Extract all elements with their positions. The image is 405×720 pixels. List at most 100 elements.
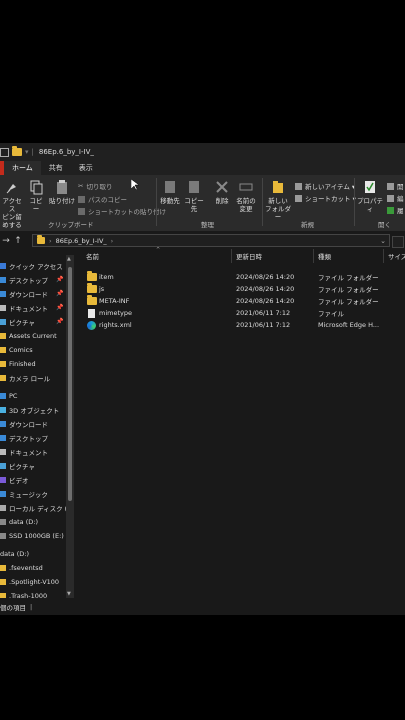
history-button[interactable]: 履 (387, 205, 404, 215)
folder-icon (0, 564, 6, 571)
nav-item-camera-roll[interactable]: カメラ ロール (0, 371, 50, 384)
nav-item-label: ビデオ (9, 476, 29, 485)
nav-item-pc-pictures[interactable]: ピクチャ (0, 459, 35, 472)
music-icon (0, 490, 6, 497)
nav-item-pc-desktop[interactable]: デスクトップ (0, 431, 48, 444)
pin-icon (5, 179, 19, 195)
file-row[interactable]: mimetype 2021/06/11 7:12 ファイル (78, 307, 405, 319)
tab-home[interactable]: ホーム (4, 161, 41, 175)
column-header-row: ^ 名前 更新日時 種類 サイズ (78, 247, 405, 263)
folder-icon (0, 374, 6, 381)
chevron-right-icon[interactable]: › (111, 237, 114, 245)
drive-icon (0, 504, 6, 511)
new-folder-button[interactable]: 新しい フォルダー (264, 179, 292, 221)
cursor-icon (130, 178, 140, 193)
nav-pc-header[interactable]: PC (0, 389, 17, 402)
tab-view[interactable]: 表示 (71, 161, 101, 175)
copy-to-button[interactable]: コピー先 (183, 179, 205, 213)
move-to-button[interactable]: 移動先 (159, 179, 181, 205)
new-item-button[interactable]: 新しいアイテム ▾ (295, 181, 355, 191)
file-name: rights.xml (99, 321, 132, 329)
dropdown-arrow-icon[interactable]: ▾ (25, 148, 29, 156)
file-name: META-INF (99, 297, 130, 305)
column-name[interactable]: 名前 (82, 249, 232, 263)
edge-icon (87, 320, 96, 330)
file-modified: 2021/06/11 7:12 (236, 309, 291, 317)
nav-item-pc-downloads[interactable]: ダウンロード (0, 417, 48, 430)
rename-button[interactable]: 名前の 変更 (235, 179, 257, 213)
pin-icon: 📌 (56, 304, 64, 311)
folder-icon (37, 235, 45, 244)
nav-item-local-disk-c[interactable]: ローカル ディスク (C:) (0, 501, 66, 514)
scroll-down-icon[interactable]: ▼ (67, 591, 71, 597)
nav-item-assets-current[interactable]: Assets Current (0, 329, 57, 342)
back-arrow-icon[interactable]: → (0, 236, 12, 246)
nav-item-ssd-e[interactable]: SSD 1000GB (E:) (0, 529, 64, 542)
column-modified[interactable]: 更新日時 (232, 249, 314, 263)
nav-item-video[interactable]: ビデオ (0, 473, 29, 486)
desktop-icon (0, 434, 6, 441)
file-row[interactable]: js 2024/08/26 14:20 ファイル フォルダー (78, 283, 405, 295)
copy-button[interactable]: コピー (27, 179, 45, 213)
file-row[interactable]: rights.xml 2021/06/11 7:12 Microsoft Edg… (78, 319, 405, 331)
copy-path-button[interactable]: パスのコピー (78, 194, 127, 204)
nav-scrollbar[interactable]: ▲ ▼ (66, 255, 74, 600)
nav-item-label: .fseventsd (9, 563, 43, 572)
address-bar[interactable]: › 86Ep.6_by_I-IV_ › ⌄ (32, 234, 390, 247)
nav-item-documents[interactable]: ドキュメント 📌 (0, 301, 63, 314)
up-arrow-icon[interactable]: ↑ (12, 236, 24, 246)
nav-item-finished[interactable]: Finished (0, 357, 36, 370)
open-icon (387, 182, 394, 190)
delete-button[interactable]: 削除 (212, 179, 232, 205)
nav-item-downloads[interactable]: ダウンロード 📌 (0, 287, 63, 300)
download-icon (0, 290, 6, 297)
cut-label: 切り取り (86, 183, 113, 191)
folder-icon (0, 360, 6, 367)
column-size[interactable]: サイズ (384, 249, 405, 263)
pin-to-quick-access-button[interactable]: アクセス ピン留めする (0, 179, 24, 229)
nav-item-label: data (D:) (9, 517, 38, 526)
file-row[interactable]: item 2024/08/26 14:20 ファイル フォルダー (78, 271, 405, 283)
tab-share[interactable]: 共有 (41, 161, 71, 175)
scrollbar-thumb[interactable] (68, 267, 72, 501)
new-folder-icon (271, 179, 285, 195)
properties-button[interactable]: プロパティ (356, 179, 384, 213)
nav-item-spotlight[interactable]: .Spotlight-V100 (0, 575, 59, 588)
file-list: ^ 名前 更新日時 種類 サイズ item 2024/08/26 14:20 フ… (78, 247, 405, 607)
nav-drive-header[interactable]: data (D:) (0, 547, 29, 560)
status-bar: 個の項目 | (0, 598, 405, 615)
quick-access-checkbox-icon[interactable] (0, 147, 9, 157)
scissors-icon: ✂ (78, 182, 84, 190)
chevron-right-icon[interactable]: › (49, 237, 52, 245)
column-type[interactable]: 種類 (314, 249, 384, 263)
desktop-icon (0, 276, 6, 283)
breadcrumb-folder[interactable]: 86Ep.6_by_I-IV_ (56, 237, 107, 245)
nav-item-desktop[interactable]: デスクトップ 📌 (0, 273, 63, 286)
nav-item-label: ピクチャ (9, 462, 35, 471)
edit-label: 編 (397, 195, 404, 203)
nav-item-pictures[interactable]: ピクチャ 📌 (0, 315, 63, 328)
pin-label-1: アクセス (2, 197, 22, 213)
paste-button[interactable]: 貼り付け (49, 179, 75, 205)
file-row[interactable]: META-INF 2024/08/26 14:20 ファイル フォルダー (78, 295, 405, 307)
nav-item-3d-objects[interactable]: 3D オブジェクト (0, 403, 59, 416)
nav-item-fseventsd[interactable]: .fseventsd (0, 561, 43, 574)
nav-item-music[interactable]: ミュージック (0, 487, 48, 500)
nav-item-label: Finished (9, 359, 36, 368)
cut-button[interactable]: ✂ 切り取り (78, 181, 112, 191)
pc-icon (0, 392, 6, 399)
new-folder-label-2: フォルダー (265, 205, 291, 221)
move-to-icon (163, 179, 177, 195)
nav-item-comics[interactable]: Comics (0, 343, 33, 356)
shortcut-button[interactable]: ショートカット ▾ (295, 193, 356, 203)
open-button[interactable]: 開 (387, 181, 404, 191)
edit-button[interactable]: 編 (387, 193, 404, 203)
nav-item-data-d[interactable]: data (D:) (0, 515, 38, 528)
chevron-down-icon[interactable]: ⌄ (380, 237, 386, 245)
new-item-label: 新しいアイテム ▾ (305, 183, 356, 191)
quick-access-header[interactable]: クイック アクセス (0, 259, 63, 272)
new-item-icon (295, 182, 302, 190)
scroll-up-icon[interactable]: ▲ (67, 256, 71, 262)
nav-item-pc-documents[interactable]: ドキュメント (0, 445, 48, 458)
paste-shortcut-button[interactable]: ショートカットの貼り付け (78, 206, 166, 216)
